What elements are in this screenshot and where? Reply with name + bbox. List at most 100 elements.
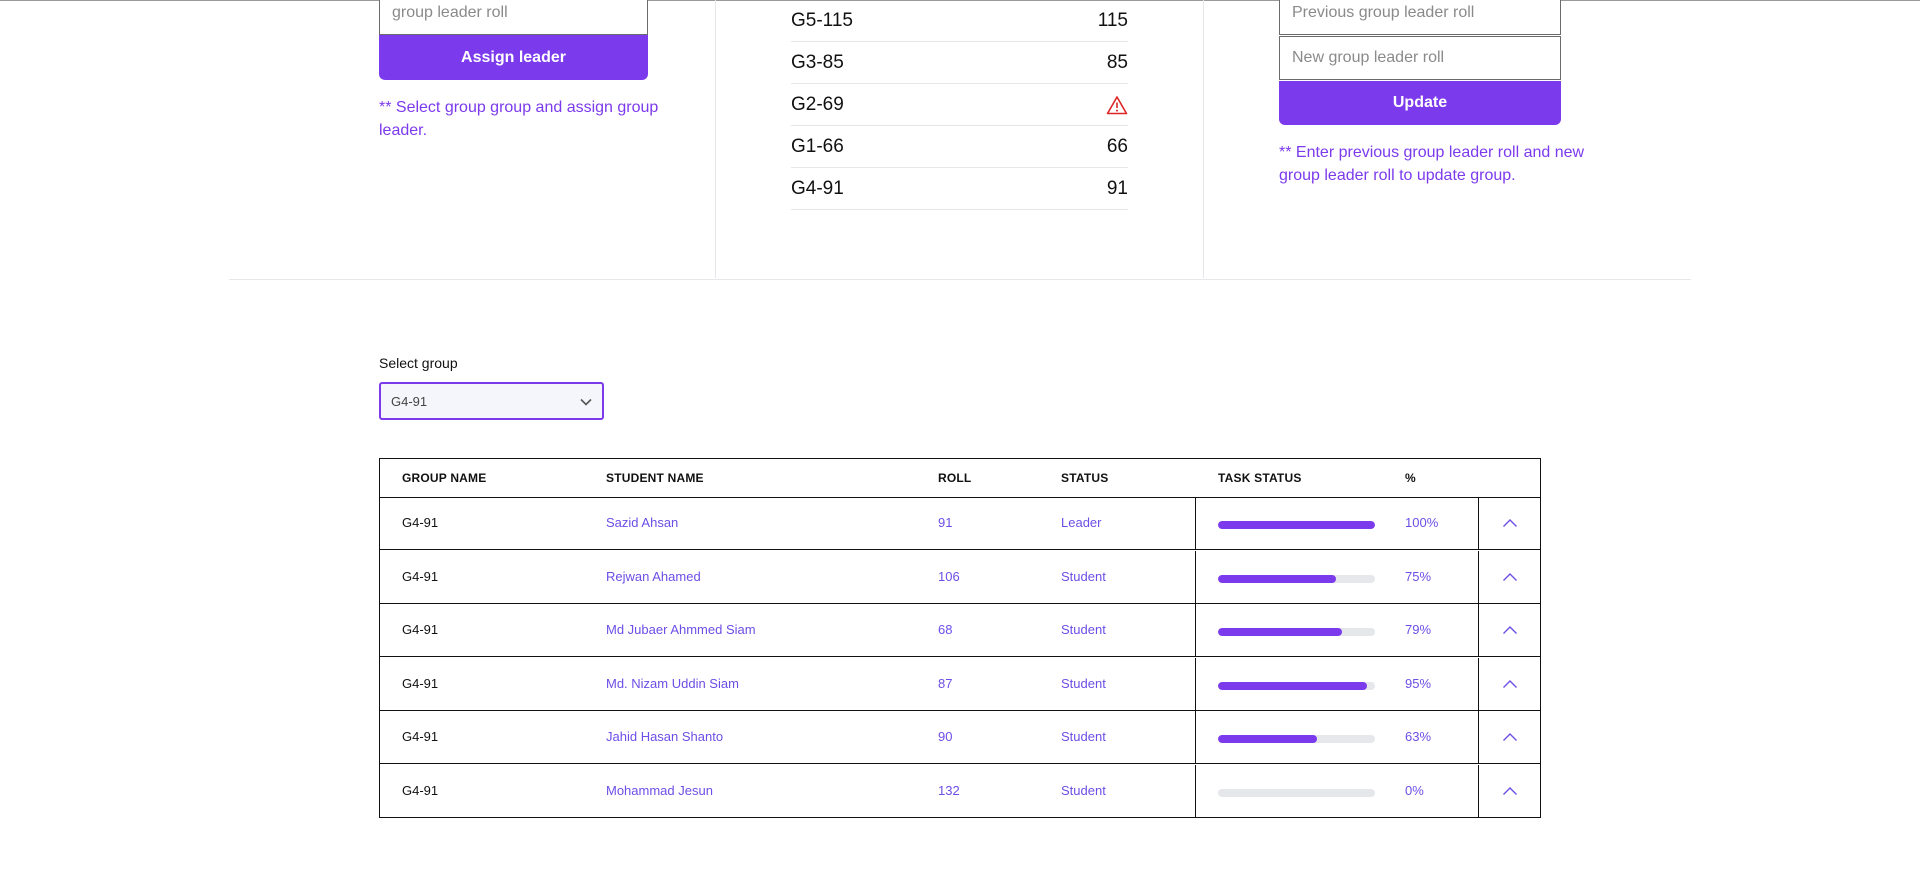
cell-student-name: Sazid Ahsan [606, 515, 679, 530]
task-progress-bar [1218, 681, 1375, 690]
chevron-up-icon[interactable] [1502, 783, 1518, 801]
cell-student-name: Md. Nizam Uddin Siam [606, 675, 739, 691]
cell-status: Student [1061, 782, 1106, 798]
cell-percent: 0% [1405, 782, 1424, 798]
column-divider [1203, 0, 1204, 278]
group-list: G5-115 115 G3-85 85 G2-69 G1-66 66 G4-91 91 [791, 0, 1128, 210]
cell-roll: 106 [938, 568, 960, 584]
header-task-status: TASK STATUS [1218, 471, 1302, 485]
cell-divider [1195, 764, 1196, 818]
group-list-item: G1-66 66 [791, 126, 1128, 168]
cell-divider [1478, 657, 1479, 710]
cell-status: Student [1061, 568, 1106, 584]
group-name: G3-85 [791, 51, 844, 73]
select-group-label: Select group [379, 355, 458, 371]
previous-leader-roll-input[interactable] [1279, 0, 1561, 35]
chevron-up-icon[interactable] [1502, 729, 1518, 747]
header-group-name: GROUP NAME [402, 471, 487, 485]
cell-student-name: Jahid Hasan Shanto [606, 729, 724, 744]
task-progress-bar [1218, 735, 1375, 743]
table-row: G4-91 Md. Nizam Uddin Siam 87 Student 95% [380, 657, 1540, 711]
cell-student-name: Rejwan Ahamed [606, 568, 701, 584]
task-progress-bar [1218, 628, 1375, 636]
group-select[interactable]: G4-91 [379, 382, 604, 420]
assign-leader-note: ** Select group group and assign group l… [379, 99, 659, 139]
header-roll: ROLL [938, 471, 972, 485]
cell-status: Leader [1061, 515, 1102, 530]
cell-roll: 91 [938, 515, 953, 530]
table-row: G4-91 Mohammad Jesun 132 Student 0% [380, 764, 1540, 818]
cell-group-name: G4-91 [402, 568, 439, 584]
task-progress-fill [1218, 628, 1343, 636]
task-progress-bar [1218, 521, 1375, 529]
cell-divider [1195, 711, 1196, 763]
group-list-item: G4-91 91 [791, 168, 1128, 210]
cell-percent: 100% [1405, 515, 1439, 530]
table-row: G4-91 Md Jubaer Ahmmed Siam 68 Student 79% [380, 604, 1540, 657]
cell-group-name: G4-91 [402, 782, 439, 798]
cell-roll: 68 [938, 622, 953, 637]
cell-roll: 90 [938, 729, 953, 744]
cell-divider [1195, 550, 1196, 603]
cell-divider [1478, 764, 1479, 818]
chevron-up-icon[interactable] [1502, 515, 1518, 533]
warning-icon [1106, 95, 1128, 115]
cell-divider [1478, 711, 1479, 763]
group-list-item: G5-115 115 [791, 0, 1128, 42]
group-name: G4-91 [791, 177, 844, 199]
cell-percent: 63% [1405, 729, 1432, 744]
header-percent: % [1405, 471, 1416, 485]
cell-student-name: Md Jubaer Ahmmed Siam [606, 622, 756, 637]
task-progress-bar [1218, 788, 1375, 797]
chevron-up-icon[interactable] [1502, 569, 1518, 587]
cell-percent: 95% [1405, 675, 1432, 691]
chevron-up-icon[interactable] [1502, 622, 1518, 640]
cell-group-name: G4-91 [402, 675, 439, 691]
cell-percent: 79% [1405, 622, 1432, 637]
cell-student-name: Mohammad Jesun [606, 782, 713, 798]
cell-divider [1195, 657, 1196, 710]
cell-divider [1478, 604, 1479, 656]
cell-divider [1478, 550, 1479, 603]
group-list-item: G3-85 85 [791, 42, 1128, 84]
cell-status: Student [1061, 729, 1106, 744]
cell-divider [1195, 497, 1196, 549]
column-divider [715, 0, 716, 278]
group-select-value: G4-91 [391, 393, 428, 409]
cell-roll: 132 [938, 782, 960, 798]
group-name: G1-66 [791, 135, 844, 157]
cell-status: Student [1061, 675, 1106, 691]
group-count: 115 [1097, 9, 1128, 31]
group-count: 85 [1106, 51, 1128, 73]
table-header: GROUP NAME STUDENT NAME ROLL STATUS TASK… [380, 459, 1540, 498]
group-members-table: GROUP NAME STUDENT NAME ROLL STATUS TASK… [379, 458, 1541, 818]
task-progress-fill [1218, 574, 1336, 583]
chevron-down-icon [580, 394, 592, 409]
assign-leader-button[interactable]: Assign leader [379, 35, 648, 80]
table-row: G4-91 Rejwan Ahamed 106 Student 75% [380, 550, 1540, 604]
new-leader-roll-input[interactable] [1279, 36, 1561, 80]
cell-divider [1478, 497, 1479, 549]
task-progress-fill [1218, 735, 1317, 743]
group-name: G5-115 [791, 9, 853, 31]
cell-status: Student [1061, 622, 1106, 637]
cell-group-name: G4-91 [402, 515, 439, 530]
cell-roll: 87 [938, 675, 953, 691]
group-list-item: G2-69 [791, 84, 1128, 126]
task-progress-fill [1218, 521, 1375, 529]
cell-group-name: G4-91 [402, 729, 439, 744]
header-student-name: STUDENT NAME [606, 471, 704, 485]
update-button[interactable]: Update [1279, 81, 1561, 125]
cell-group-name: G4-91 [402, 622, 439, 637]
cell-divider [1195, 604, 1196, 656]
update-note: ** Enter previous group leader roll and … [1279, 144, 1585, 184]
header-status: STATUS [1061, 471, 1109, 485]
group-name: G2-69 [791, 93, 844, 115]
cell-percent: 75% [1405, 568, 1432, 584]
chevron-up-icon[interactable] [1502, 676, 1518, 694]
task-progress-bar [1218, 574, 1375, 583]
table-row: G4-91 Jahid Hasan Shanto 90 Student 63% [380, 711, 1540, 764]
group-count: 91 [1106, 177, 1128, 199]
group-leader-roll-input[interactable] [379, 0, 648, 35]
task-progress-fill [1218, 681, 1368, 690]
